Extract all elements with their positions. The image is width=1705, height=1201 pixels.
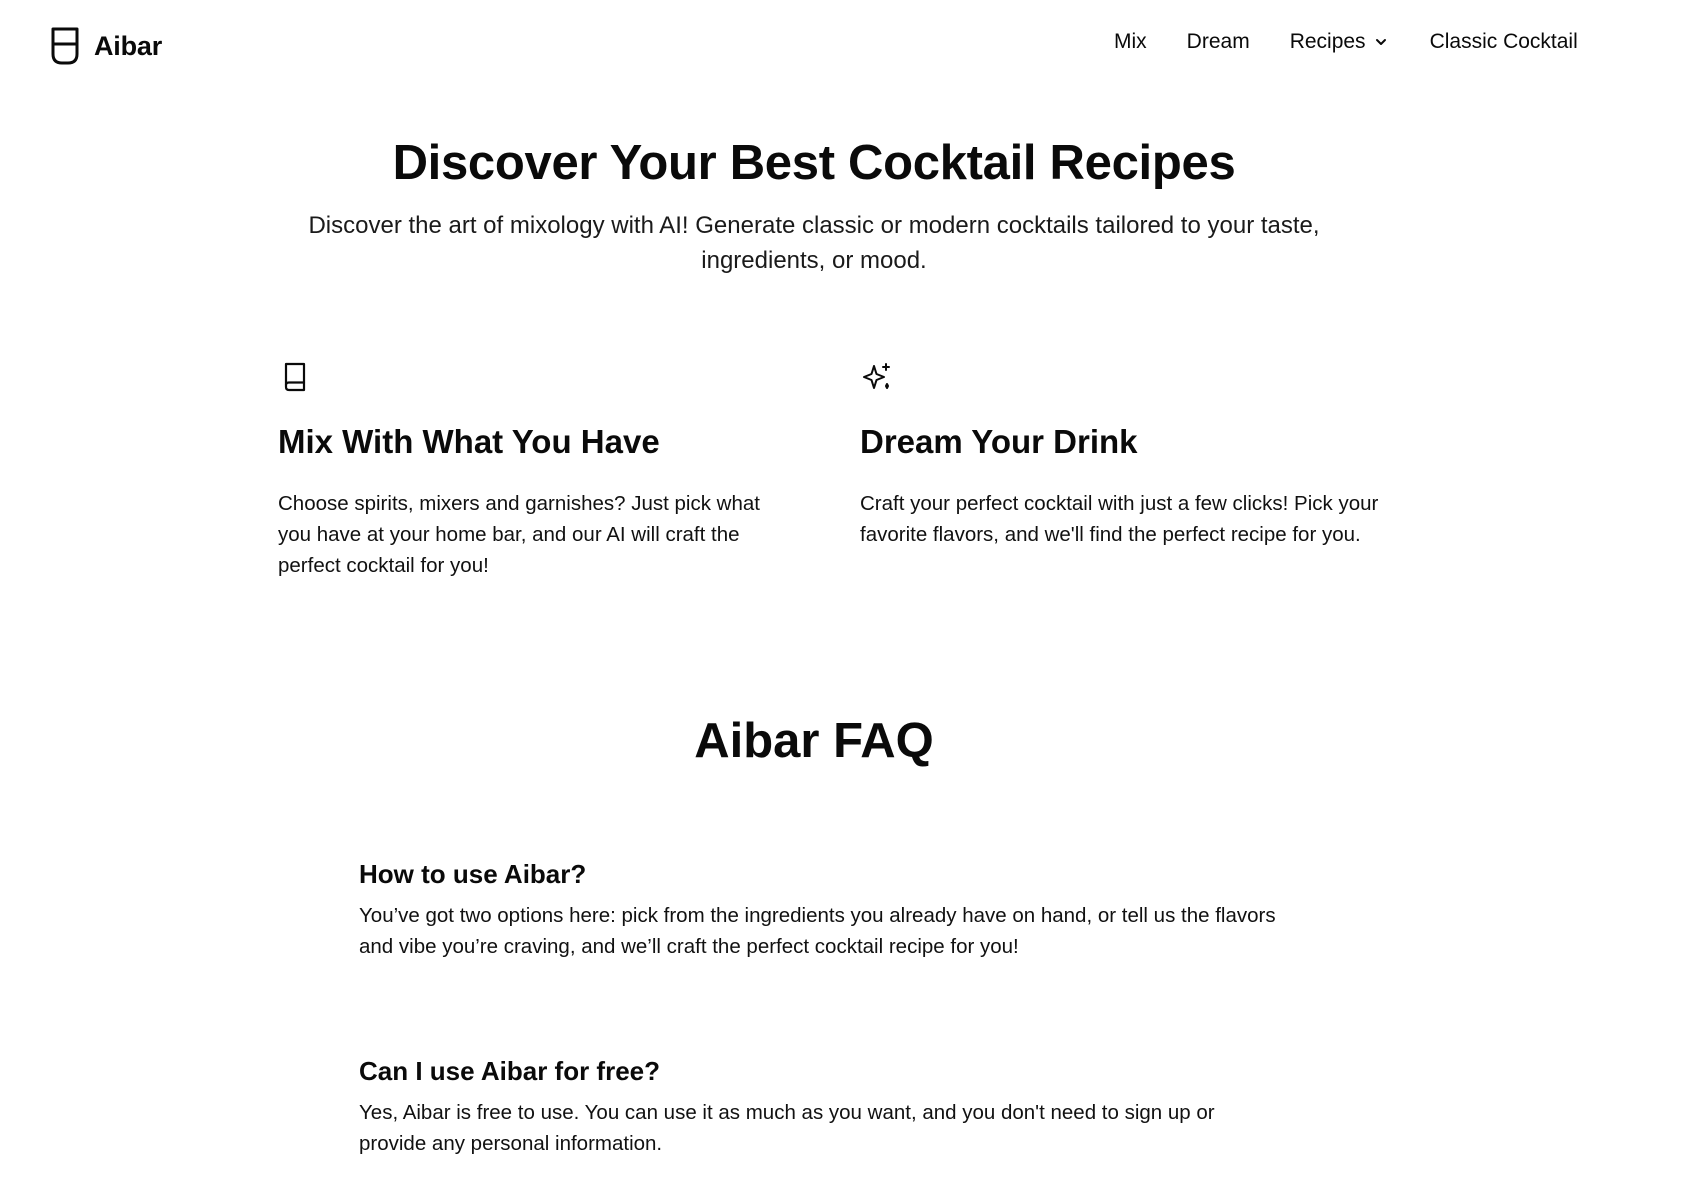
faq-title: Aibar FAQ bbox=[694, 714, 934, 768]
main-nav: Mix Dream Recipes Classic Cocktail bbox=[1114, 30, 1578, 54]
faq-answer: You’ve got two options here: pick from t… bbox=[359, 904, 1276, 958]
brand-name: Aibar bbox=[94, 30, 163, 61]
feature-description: Choose spirits, mixers and garnishes? Ju… bbox=[278, 492, 760, 577]
site-header: Aibar Mix Dream Recipes Classic Cocktail bbox=[0, 0, 1705, 92]
faq-item: How to use Aibar? You’ve got two options… bbox=[359, 856, 1279, 962]
nav-recipes-label: Recipes bbox=[1289, 30, 1366, 53]
page: Aibar Mix Dream Recipes Classic Cocktail… bbox=[0, 0, 1705, 1201]
feature-title: Mix With What You Have bbox=[278, 423, 660, 460]
hero-subtitle: Discover the art of mixology with AI! Ge… bbox=[308, 212, 1320, 274]
faq-answer: Yes, Aibar is free to use. You can use i… bbox=[359, 1101, 1215, 1155]
feature-card-dream: Dream Your Drink Craft your perfect cock… bbox=[860, 360, 1380, 550]
faq-item: Can I use Aibar for free? Yes, Aibar is … bbox=[359, 1053, 1279, 1159]
brand-logo-link[interactable]: Aibar bbox=[50, 26, 162, 66]
nav-dropdown-recipes[interactable]: Recipes bbox=[1290, 30, 1388, 54]
faq-question: How to use Aibar? bbox=[359, 859, 587, 889]
feature-title: Dream Your Drink bbox=[860, 423, 1138, 460]
hero-title: Discover Your Best Cocktail Recipes bbox=[392, 136, 1236, 190]
sparkles-icon bbox=[863, 363, 890, 389]
feature-description: Craft your perfect cocktail with just a … bbox=[860, 492, 1379, 546]
nav-link-dream[interactable]: Dream bbox=[1187, 30, 1250, 54]
glass-icon bbox=[51, 27, 79, 65]
nav-link-mix[interactable]: Mix bbox=[1114, 30, 1147, 54]
nav-link-classic-cocktail[interactable]: Classic Cocktail bbox=[1430, 30, 1578, 54]
book-icon bbox=[284, 362, 306, 392]
faq-question: Can I use Aibar for free? bbox=[359, 1056, 660, 1086]
chevron-down-icon bbox=[1375, 39, 1386, 45]
feature-card-mix: Mix With What You Have Choose spirits, m… bbox=[278, 360, 778, 581]
